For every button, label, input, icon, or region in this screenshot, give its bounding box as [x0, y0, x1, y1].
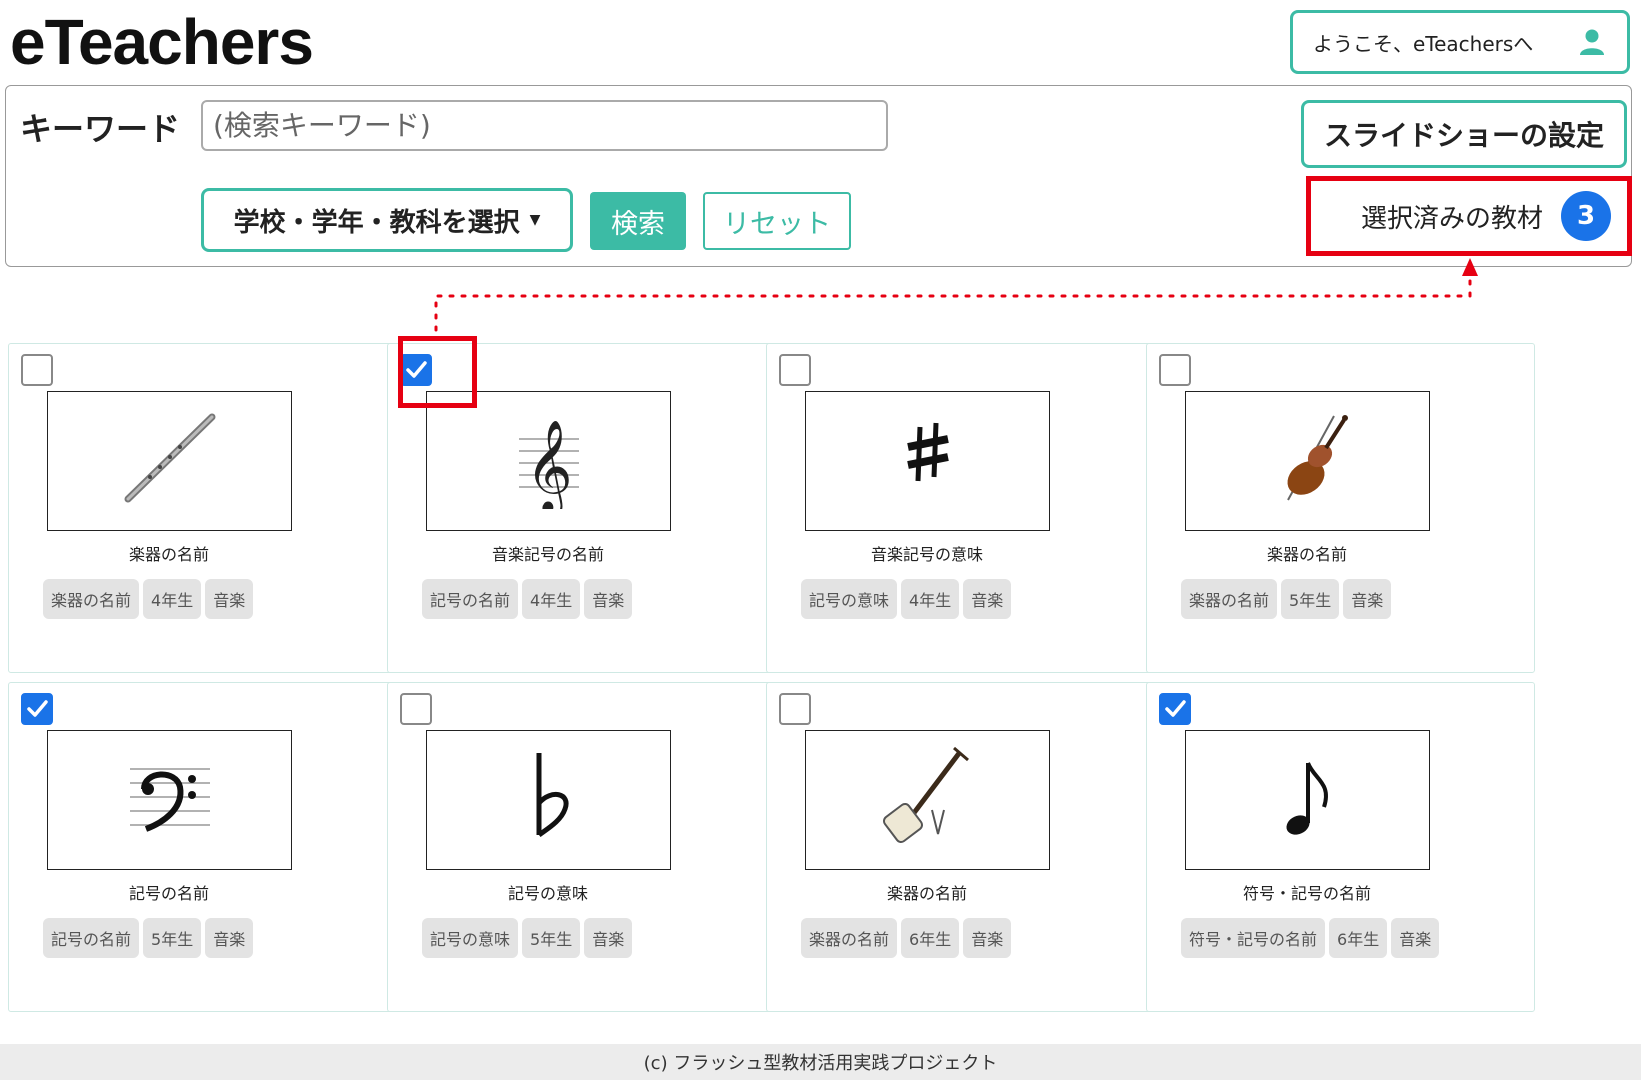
bass-clef-icon [110, 753, 230, 847]
tag-chip[interactable]: 5年生 [1281, 579, 1340, 619]
tag-chip[interactable]: 符号・記号の名前 [1181, 918, 1326, 958]
tag-chip[interactable]: 記号の意味 [422, 918, 519, 958]
tag-chip[interactable]: 音楽 [584, 579, 633, 619]
tag-chip[interactable]: 4年生 [143, 579, 202, 619]
material-title: 楽器の名前 [886, 884, 967, 903]
tag-chip[interactable]: 記号の名前 [43, 918, 140, 958]
tag-chip[interactable]: 音楽 [963, 579, 1012, 619]
footer: (c) フラッシュ型教材活用実践プロジェクト [0, 1044, 1641, 1080]
material-card[interactable]: 楽器の名前 楽器の名前 4年生 音楽 [8, 343, 397, 673]
material-card[interactable]: 音楽記号の意味 記号の意味 4年生 音楽 [766, 343, 1155, 673]
material-thumbnail[interactable] [1185, 730, 1430, 870]
tag-list: 記号の意味 4年生 音楽 [801, 579, 1012, 619]
material-card[interactable]: 楽器の名前 楽器の名前 5年生 音楽 [1146, 343, 1535, 673]
material-thumbnail[interactable] [1185, 391, 1430, 531]
select-checkbox[interactable] [400, 693, 432, 725]
tag-list: 記号の名前 5年生 音楽 [43, 918, 254, 958]
material-card[interactable]: 記号の名前 記号の名前 5年生 音楽 [8, 682, 397, 1012]
material-title: 楽器の名前 [1266, 545, 1347, 564]
tag-chip[interactable]: 音楽 [963, 918, 1012, 958]
select-checkbox[interactable] [779, 693, 811, 725]
material-thumbnail[interactable] [805, 391, 1050, 531]
tag-list: 符号・記号の名前 6年生 音楽 [1181, 918, 1440, 958]
material-title: 音楽記号の名前 [491, 545, 604, 564]
tag-list: 記号の名前 4年生 音楽 [422, 579, 633, 619]
select-checkbox[interactable] [1159, 354, 1191, 386]
eighth-note-icon [1258, 743, 1358, 857]
tag-chip[interactable]: 5年生 [522, 918, 581, 958]
select-checkbox[interactable] [21, 354, 53, 386]
select-checkbox[interactable] [21, 693, 53, 725]
material-thumbnail[interactable] [805, 730, 1050, 870]
tag-chip[interactable]: 楽器の名前 [801, 918, 898, 958]
tag-chip[interactable]: 5年生 [143, 918, 202, 958]
material-title: 符号・記号の名前 [1242, 884, 1371, 903]
material-title: 記号の意味 [507, 884, 588, 903]
select-checkbox[interactable] [779, 354, 811, 386]
tag-chip[interactable]: 楽器の名前 [43, 579, 140, 619]
material-title: 音楽記号の意味 [870, 545, 983, 564]
annotation-highlight-box [398, 336, 477, 408]
material-thumbnail[interactable] [426, 730, 671, 870]
material-title: 楽器の名前 [128, 545, 209, 564]
tag-chip[interactable]: 記号の名前 [422, 579, 519, 619]
sharp-icon [868, 409, 988, 513]
tag-chip[interactable]: 音楽 [584, 918, 633, 958]
tag-list: 楽器の名前 5年生 音楽 [1181, 579, 1392, 619]
tag-list: 楽器の名前 4年生 音楽 [43, 579, 254, 619]
svg-text:𝄞: 𝄞 [525, 419, 572, 509]
flute-icon [110, 399, 230, 523]
material-thumbnail[interactable] [47, 391, 292, 531]
flat-icon [499, 743, 599, 857]
tag-chip[interactable]: 4年生 [901, 579, 960, 619]
shamisen-icon [868, 738, 988, 862]
select-checkbox[interactable] [1159, 693, 1191, 725]
violin-icon [1248, 404, 1368, 518]
tag-chip[interactable]: 6年生 [1329, 918, 1388, 958]
tag-chip[interactable]: 記号の意味 [801, 579, 898, 619]
tag-chip[interactable]: 楽器の名前 [1181, 579, 1278, 619]
tag-chip[interactable]: 音楽 [1343, 579, 1392, 619]
tag-chip[interactable]: 音楽 [205, 918, 254, 958]
tag-list: 記号の意味 5年生 音楽 [422, 918, 633, 958]
tag-chip[interactable]: 6年生 [901, 918, 960, 958]
treble-clef-icon: 𝄞 [489, 409, 609, 516]
tag-chip[interactable]: 音楽 [1391, 918, 1440, 958]
material-card[interactable]: 楽器の名前 楽器の名前 6年生 音楽 [766, 682, 1155, 1012]
material-title: 記号の名前 [128, 884, 209, 903]
material-card[interactable]: 記号の意味 記号の意味 5年生 音楽 [387, 682, 776, 1012]
material-thumbnail[interactable]: 𝄞 [426, 391, 671, 531]
tag-chip[interactable]: 音楽 [205, 579, 254, 619]
tag-list: 楽器の名前 6年生 音楽 [801, 918, 1012, 958]
checkmark-icon [1165, 700, 1186, 717]
material-card[interactable]: 符号・記号の名前 符号・記号の名前 6年生 音楽 [1146, 682, 1535, 1012]
material-thumbnail[interactable] [47, 730, 292, 870]
tag-chip[interactable]: 4年生 [522, 579, 581, 619]
checkmark-icon [27, 700, 48, 717]
